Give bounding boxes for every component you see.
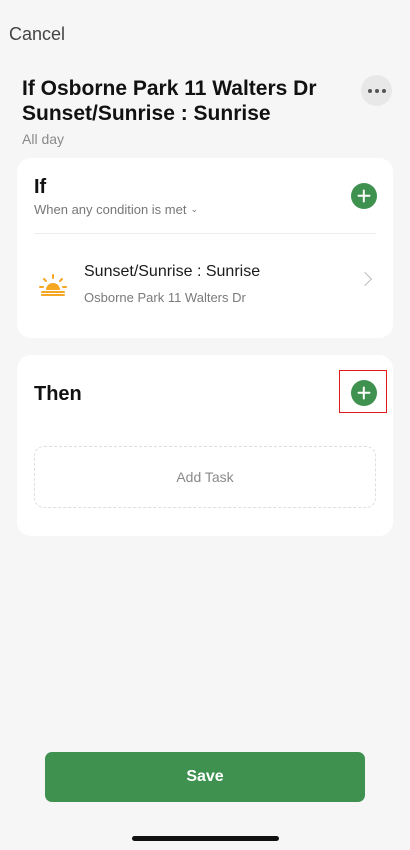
add-action-button[interactable] — [351, 380, 377, 406]
condition-location: Osborne Park 11 Walters Dr — [84, 290, 246, 305]
if-title: If — [34, 176, 47, 198]
condition-mode-label: When any condition is met — [34, 202, 187, 217]
chevron-down-icon: ⌄ — [190, 204, 199, 214]
more-icon-dot — [374, 88, 379, 93]
condition-mode-dropdown[interactable]: When any condition is met ⌄ — [34, 202, 198, 217]
chevron-right-icon — [357, 271, 373, 287]
more-icon — [367, 88, 372, 93]
more-icon-dot — [381, 88, 386, 93]
then-card: Then Add Task — [17, 355, 393, 536]
then-title: Then — [34, 383, 82, 405]
divider — [34, 233, 376, 234]
schedule-subtitle: All day — [22, 131, 65, 147]
more-options-button[interactable] — [361, 75, 392, 106]
cancel-button[interactable]: Cancel — [9, 24, 65, 45]
add-condition-button[interactable] — [351, 183, 377, 209]
condition-title: Sunset/Sunrise : Sunrise — [84, 263, 261, 280]
home-indicator[interactable] — [132, 836, 279, 841]
sunrise-icon — [39, 274, 67, 296]
save-button[interactable]: Save — [45, 752, 365, 802]
add-task-label: Add Task — [176, 469, 234, 485]
add-task-button[interactable]: Add Task — [34, 446, 376, 508]
page-title: If Osborne Park 11 Walters Dr Sunset/Sun… — [22, 77, 317, 125]
condition-item[interactable]: Sunset/Sunrise : Sunrise Osborne Park 11… — [17, 244, 393, 326]
if-card: If When any condition is met ⌄ Sunset/Su… — [17, 158, 393, 338]
